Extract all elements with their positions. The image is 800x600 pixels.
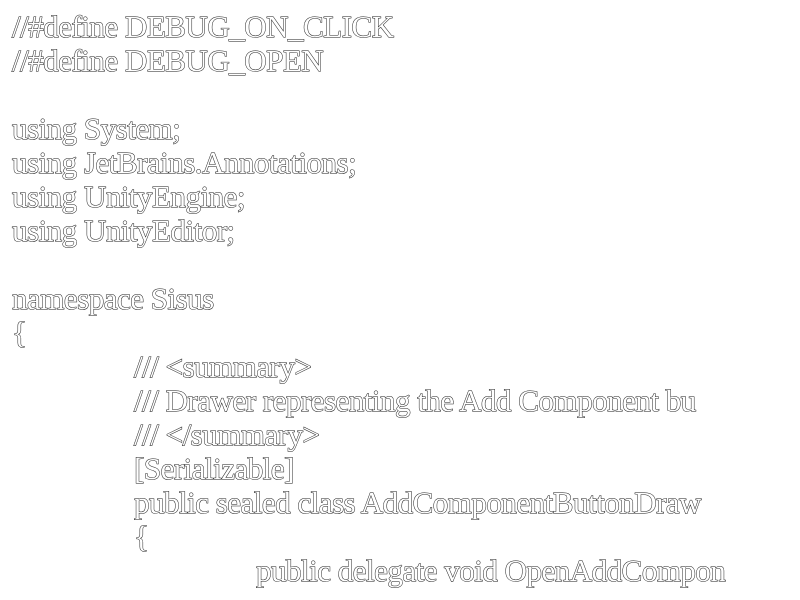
code-line-11: /// <summary> — [134, 349, 313, 384]
code-line-6: using UnityEngine; — [12, 179, 246, 214]
code-line-9: namespace Sisus — [12, 281, 215, 316]
code-line-17: public delegate void OpenAddCompon — [256, 553, 727, 588]
code-line-13: /// </summary> — [134, 417, 321, 452]
code-line-4: using System; — [12, 111, 182, 146]
code-line-5: using JetBrains.Annotations; — [12, 145, 358, 180]
code-line-2: //#define DEBUG_OPEN — [12, 43, 325, 78]
code-line-16: { — [134, 519, 150, 554]
code-line-7: using UnityEditor; — [12, 213, 236, 248]
code-line-10: { — [12, 315, 28, 350]
code-line-14: [Serializable] — [134, 451, 295, 486]
code-line-12: /// Drawer representing the Add Componen… — [134, 383, 697, 418]
code-editor[interactable]: //#define DEBUG_ON_CLICK //#define DEBUG… — [0, 0, 800, 600]
code-line-1: //#define DEBUG_ON_CLICK — [12, 9, 395, 44]
code-line-15: public sealed class AddComponentButtonDr… — [134, 485, 703, 520]
